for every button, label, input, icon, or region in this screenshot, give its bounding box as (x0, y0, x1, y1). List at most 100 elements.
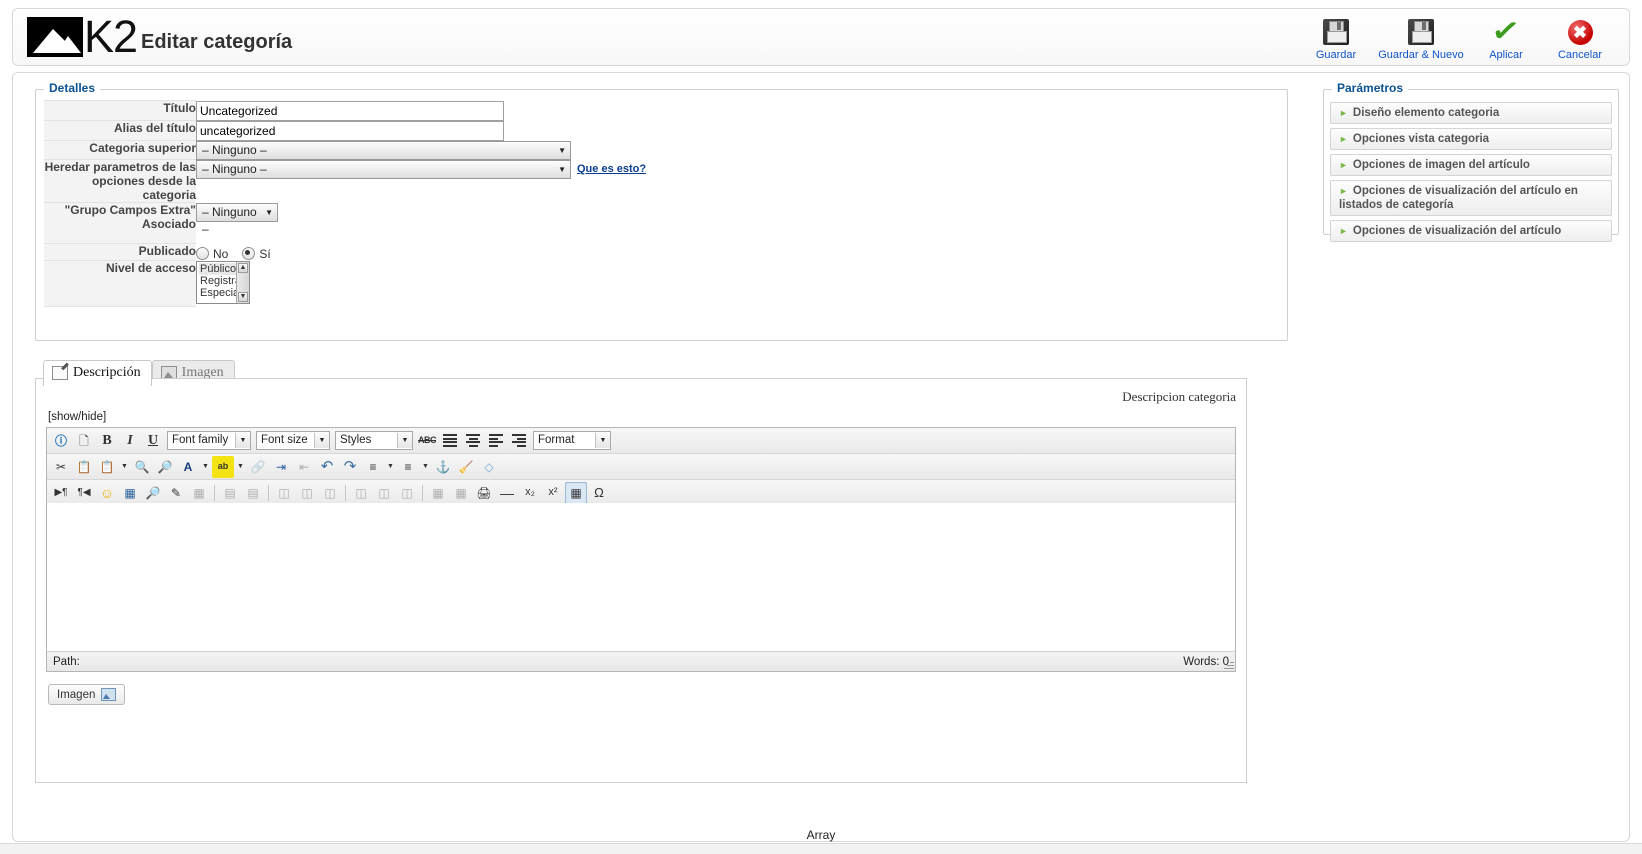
numbered-list-icon[interactable]: ≡ (362, 456, 384, 478)
extrafields-group-select[interactable]: – Ninguno – (196, 202, 278, 236)
chevron-right-icon: ► (1339, 226, 1348, 236)
chevron-down-icon[interactable]: ▼ (200, 457, 211, 477)
underline-icon[interactable]: U (142, 430, 164, 452)
scroll-down-icon[interactable]: ▼ (238, 291, 248, 302)
format-select[interactable]: Format ▼ (533, 431, 611, 450)
editor-content-area[interactable] (47, 503, 1235, 650)
special-character-icon[interactable]: Ω (588, 482, 610, 504)
copy-icon[interactable]: 📋 (73, 456, 95, 478)
chevron-down-icon: ▼ (397, 433, 412, 448)
cleanup-icon[interactable]: 🧹 (455, 456, 477, 478)
font-family-value: Font family (172, 434, 229, 446)
insert-image-button[interactable]: Imagen (48, 684, 126, 705)
subscript-icon[interactable]: x₂ (519, 482, 541, 504)
title-input[interactable] (196, 100, 504, 121)
help-icon[interactable]: ⓘ (50, 430, 72, 452)
apply-button[interactable]: ✓ Aplicar (1469, 14, 1543, 61)
align-center-icon[interactable] (462, 430, 484, 452)
row-props-icon[interactable]: ◫ (396, 482, 418, 504)
cancel-button-label: Cancelar (1557, 49, 1603, 61)
show-hide-toggle[interactable]: [show/hide] (48, 411, 106, 423)
editor-resize-handle[interactable] (1222, 658, 1234, 670)
table-cell-props-icon[interactable]: ▦ (450, 482, 472, 504)
parameters-fieldset: Parámetros ► Diseño elemento categoria ► O… (1323, 81, 1619, 242)
chevron-down-icon[interactable]: ▼ (119, 457, 130, 477)
italic-icon[interactable]: I (119, 430, 141, 452)
chevron-down-icon[interactable]: ▼ (235, 457, 246, 477)
anchor-icon[interactable]: ⚓ (432, 456, 454, 478)
undo-icon[interactable]: ↶ (316, 456, 338, 478)
title-label: Título (44, 100, 196, 121)
font-family-select[interactable]: Font family ▼ (167, 431, 251, 450)
insert-row-before-icon[interactable]: ▤ (219, 482, 241, 504)
align-justify-icon[interactable] (439, 430, 461, 452)
what-is-this-link[interactable]: Que es esto? (577, 163, 646, 175)
table-row-props-icon[interactable]: ▦ (427, 482, 449, 504)
find-icon[interactable]: 🔍 (131, 456, 153, 478)
published-radio-yes[interactable] (242, 247, 256, 260)
bullet-list-icon[interactable]: ≡ (397, 456, 419, 478)
param-panel-article-view-options[interactable]: ► Opciones de visualización del artículo (1330, 220, 1612, 242)
horizontal-rule-icon[interactable]: — (496, 482, 518, 504)
bold-icon[interactable]: B (96, 430, 118, 452)
footer-bar (0, 843, 1642, 854)
delete-col-icon[interactable]: ◫ (319, 482, 341, 504)
param-panel-article-image-options[interactable]: ► Opciones de imagen del artículo (1330, 154, 1612, 176)
styles-select[interactable]: Styles ▼ (335, 431, 413, 450)
edit-source-icon[interactable]: ✎ (165, 482, 187, 504)
align-left-icon[interactable] (485, 430, 507, 452)
param-panel-article-view-options-in-category-listings[interactable]: ► Opciones de visualización del artículo … (1330, 180, 1612, 216)
k2-logo: K2 (27, 14, 138, 59)
background-color-icon[interactable]: ab (212, 455, 234, 478)
split-cell-icon[interactable]: ◫ (350, 482, 372, 504)
emoticon-icon[interactable]: ☺ (96, 482, 118, 504)
ltr-icon[interactable]: ▶¶ (50, 482, 72, 504)
insert-row-after-icon[interactable]: ▤ (242, 482, 264, 504)
scroll-up-icon[interactable]: ▲ (238, 262, 248, 273)
divider (268, 484, 269, 501)
parent-category-label: Categoria superior (44, 140, 196, 160)
insert-col-before-icon[interactable]: ◫ (273, 482, 295, 504)
remove-format-icon[interactable]: ◇ (478, 456, 500, 478)
delete-table-icon[interactable]: ▦ (188, 482, 210, 504)
image-icon (101, 688, 117, 701)
align-right-icon[interactable] (508, 430, 530, 452)
inherit-params-select[interactable]: – Ninguno – (196, 159, 571, 179)
text-color-icon[interactable]: A (177, 456, 199, 478)
unlink-icon[interactable]: 🔗 (247, 456, 269, 478)
strikethrough-icon[interactable]: ABC (416, 430, 438, 452)
editor-caption: Descripcion categoria (1122, 389, 1236, 404)
tab-descripcion[interactable]: Descripción (43, 360, 152, 386)
font-size-select[interactable]: Font size ▼ (256, 431, 330, 450)
save-button[interactable]: Guardar (1299, 17, 1373, 61)
indent-icon[interactable]: ⇥ (270, 456, 292, 478)
listbox-scrollbar[interactable]: ▲ ▼ (236, 261, 249, 303)
media-icon[interactable]: ▦ (119, 482, 141, 504)
cut-icon[interactable]: ✂ (50, 456, 72, 478)
merge-cell-icon[interactable]: ◫ (373, 482, 395, 504)
parent-category-select[interactable]: – Ninguno – (196, 140, 571, 160)
field-row-parent-category: Categoria superior – Ninguno – (44, 140, 646, 160)
redo-icon[interactable]: ↷ (339, 456, 361, 478)
outdent-icon[interactable]: ⇤ (293, 456, 315, 478)
chevron-down-icon[interactable]: ▼ (420, 457, 431, 477)
chevron-down-icon[interactable]: ▼ (385, 457, 396, 477)
insert-table-icon[interactable]: ▦ (565, 481, 587, 504)
alias-input[interactable] (196, 120, 504, 141)
published-radio-no[interactable] (196, 247, 209, 260)
superscript-icon[interactable]: x² (542, 482, 564, 504)
access-level-listbox[interactable]: Público Registrado Especial ▲ ▼ (196, 260, 250, 304)
preview-icon[interactable]: 🔎 (142, 482, 164, 504)
find-replace-icon[interactable]: 🔎 (154, 456, 176, 478)
param-panel-category-view-options[interactable]: ► Opciones vista categoria (1330, 128, 1612, 150)
rtl-icon[interactable]: ¶◀ (73, 482, 95, 504)
parameters-legend: Parámetros (1332, 81, 1409, 95)
access-option[interactable]: Público (199, 262, 237, 275)
param-panel-category-item-layout[interactable]: ► Diseño elemento categoria (1330, 102, 1612, 124)
paste-icon[interactable]: 📋 (96, 456, 118, 478)
print-icon[interactable]: 🖨 (473, 482, 495, 504)
insert-col-after-icon[interactable]: ◫ (296, 482, 318, 504)
new-document-icon[interactable]: 🗋 (73, 430, 95, 452)
save-and-new-button[interactable]: Guardar & Nuevo (1373, 17, 1469, 61)
cancel-button[interactable]: ✖ Cancelar (1543, 17, 1617, 61)
